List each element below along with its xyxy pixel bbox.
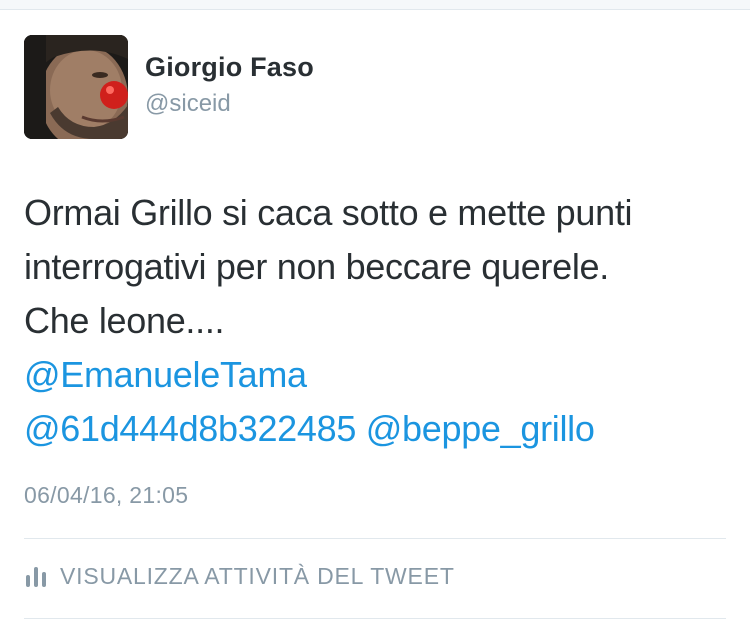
mention-link[interactable]: @EmanueleTama <box>24 354 307 395</box>
view-tweet-activity-button[interactable]: VISUALIZZA ATTIVITÀ DEL TWEET <box>24 558 455 594</box>
bar-chart-icon <box>26 567 46 587</box>
avatar[interactable] <box>24 35 128 139</box>
divider <box>24 538 726 539</box>
tweet-text-line: Ormai Grillo si caca sotto e mette punti <box>24 192 633 233</box>
user-handle[interactable]: @siceid <box>145 90 231 118</box>
tweet-timestamp: 06/04/16, 21:05 <box>24 482 189 508</box>
mention-link[interactable]: @beppe_grillo <box>366 408 595 449</box>
mention-link[interactable]: @61d444d8b322485 <box>24 408 356 449</box>
tweet-card: Giorgio Faso @siceid Ormai Grillo si cac… <box>0 10 750 629</box>
divider <box>24 618 726 619</box>
display-name[interactable]: Giorgio Faso <box>145 52 314 83</box>
top-separator <box>0 0 750 10</box>
tweet-text: Ormai Grillo si caca sotto e mette punti… <box>24 186 724 456</box>
avatar-photo-icon <box>24 35 128 139</box>
activity-label: VISUALIZZA ATTIVITÀ DEL TWEET <box>60 562 455 589</box>
tweet-text-line: Che leone.... <box>24 300 225 341</box>
tweet-text-line: interrogativi per non beccare querele. <box>24 246 609 287</box>
